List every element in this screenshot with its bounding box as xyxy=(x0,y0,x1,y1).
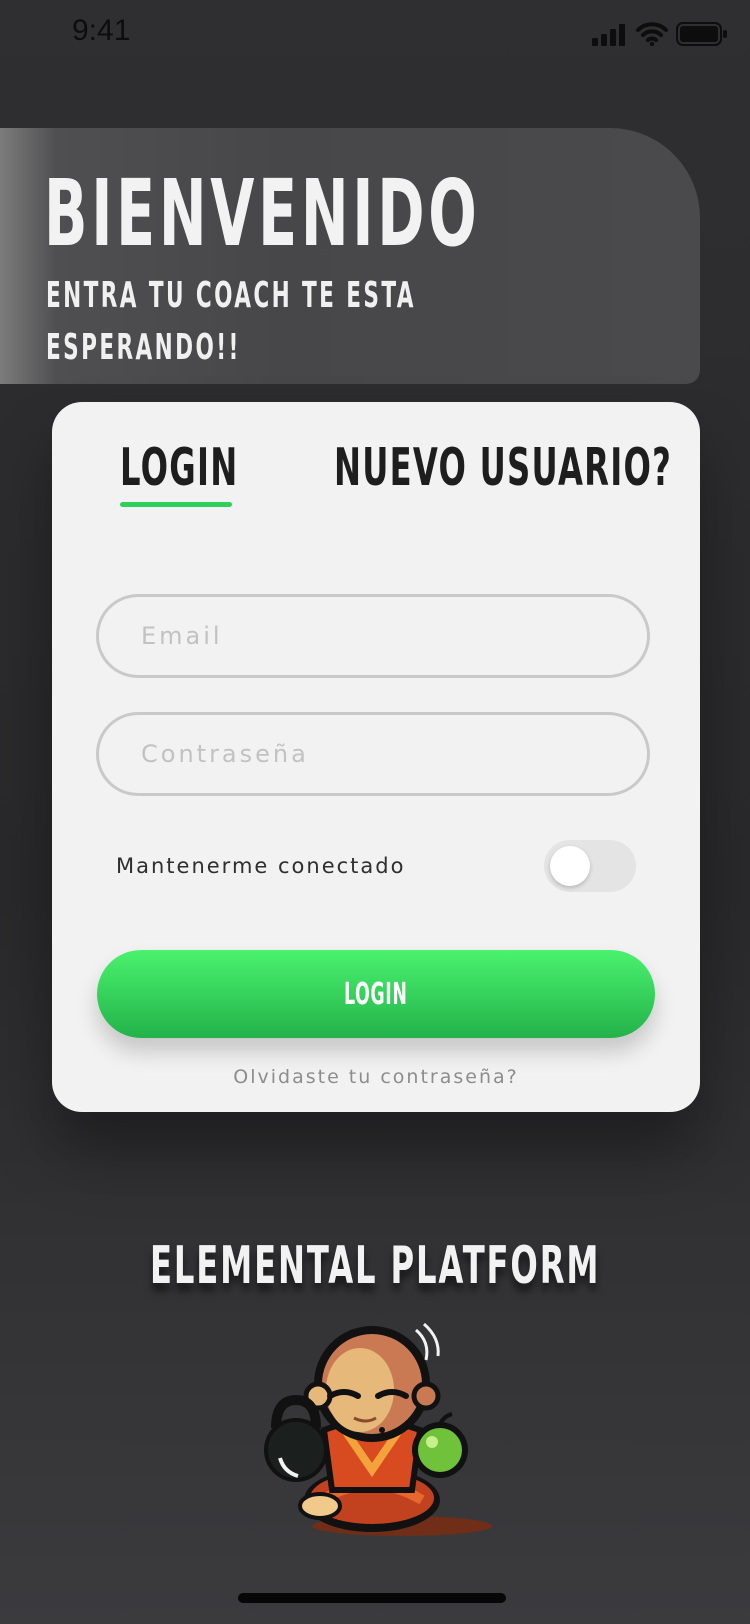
welcome-title: BIENVENIDO xyxy=(44,160,481,267)
welcome-subtitle: ENTRA TU COACH TE ESTA ESPERANDO!! xyxy=(46,275,416,368)
remember-me-label: Mantenerme conectado xyxy=(116,854,406,878)
status-bar: 9:41 xyxy=(0,0,750,70)
battery-icon xyxy=(676,22,727,46)
monk-mascot-logo xyxy=(264,1322,492,1536)
signal-icon xyxy=(592,24,625,46)
password-field[interactable] xyxy=(96,712,650,796)
wifi-icon xyxy=(636,22,668,46)
email-field[interactable] xyxy=(96,594,650,678)
platform-title: ELEMENTAL PLATFORM xyxy=(0,1240,750,1292)
login-button[interactable]: LOGIN xyxy=(97,950,655,1038)
remember-me-toggle[interactable] xyxy=(544,840,636,892)
login-button-label: LOGIN xyxy=(344,976,408,1012)
status-time: 9:41 xyxy=(72,14,131,47)
home-indicator xyxy=(238,1593,506,1603)
welcome-banner: BIENVENIDO ENTRA TU COACH TE ESTA ESPERA… xyxy=(0,128,700,384)
platform-title-text: ELEMENTAL PLATFORM xyxy=(149,1236,601,1296)
toggle-knob xyxy=(550,846,590,886)
tab-new-user[interactable]: NUEVO USUARIO? xyxy=(334,442,672,494)
active-tab-indicator xyxy=(120,502,232,507)
tab-login[interactable]: LOGIN xyxy=(120,442,238,494)
forgot-password-link[interactable]: Olvidaste tu contraseña? xyxy=(52,1066,700,1088)
login-card: LOGIN NUEVO USUARIO? Mantenerme conectad… xyxy=(52,402,700,1112)
